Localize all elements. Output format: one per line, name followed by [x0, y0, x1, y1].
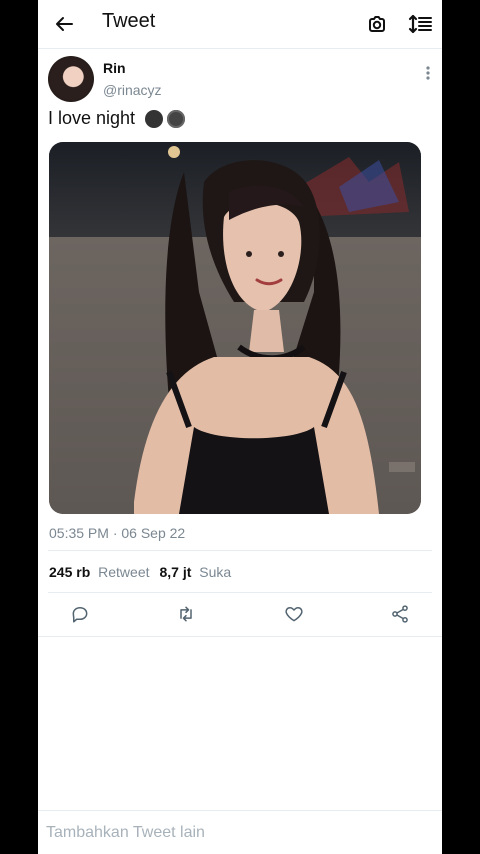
divider: [48, 550, 432, 551]
author-name[interactable]: Rin: [103, 60, 126, 76]
author-handle[interactable]: @rinacyz: [103, 82, 162, 98]
retweet-icon[interactable]: [176, 604, 196, 624]
page-title: Tweet: [102, 10, 156, 32]
sort-list-icon[interactable]: [408, 12, 434, 36]
camera-icon[interactable]: [365, 12, 389, 36]
photo-illustration: [49, 142, 421, 514]
tweet-actions: [48, 598, 432, 634]
more-options-icon[interactable]: [422, 64, 434, 82]
divider: [38, 636, 442, 637]
likes-count: 8,7 jt: [159, 564, 192, 580]
tweet-text: I love night: [48, 108, 186, 129]
retweets-label: Retweet: [98, 564, 150, 580]
tweet-text-content: I love night: [48, 108, 136, 128]
bomb-emoji-icon: [145, 109, 164, 128]
retweets-stat[interactable]: 245 rb Retweet: [49, 564, 150, 580]
moon-face-emoji-icon: [167, 109, 186, 128]
tweet-author: Rin @rinacyz: [48, 56, 432, 106]
add-tweet-input[interactable]: Tambahkan Tweet lain: [46, 824, 205, 842]
emoji-row: [141, 109, 186, 128]
tweet-media-image[interactable]: [49, 142, 421, 514]
reply-icon[interactable]: [70, 604, 90, 624]
like-heart-icon[interactable]: [284, 604, 304, 624]
top-bar: Tweet: [38, 0, 442, 49]
likes-label: Suka: [199, 564, 232, 580]
share-icon[interactable]: [390, 604, 410, 624]
tweet-stats: 245 rb Retweet 8,7 jt Suka: [49, 564, 231, 580]
tweet-timestamp: 05:35 PM · 06 Sep 22: [49, 525, 186, 541]
retweets-count: 245 rb: [49, 564, 91, 580]
avatar[interactable]: [48, 56, 94, 102]
divider: [48, 592, 432, 593]
likes-stat[interactable]: 8,7 jt Suka: [160, 564, 232, 580]
tweet-screen: Tweet Rin @rinacyz I love night 05:35 PM…: [38, 0, 442, 854]
composer-divider: [38, 810, 442, 811]
back-arrow-icon[interactable]: [52, 12, 76, 36]
